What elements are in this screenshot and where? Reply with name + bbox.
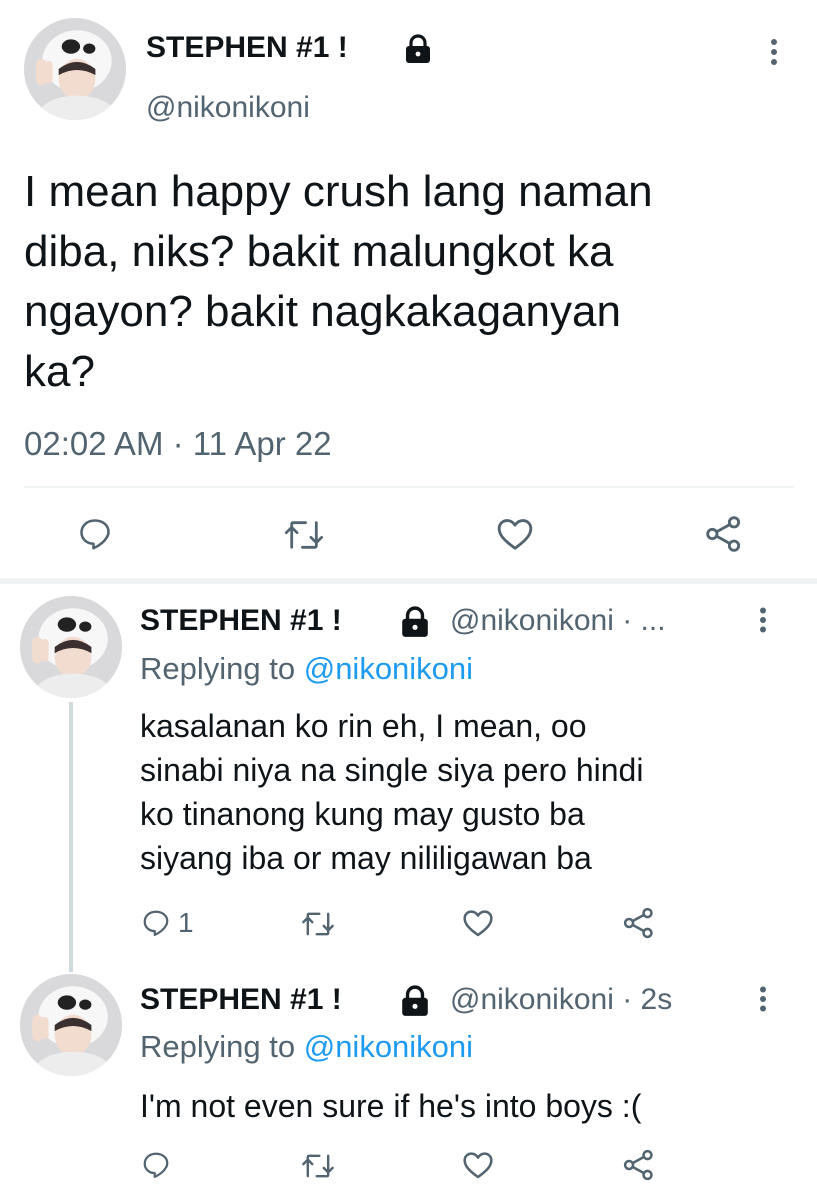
divider [24,486,794,488]
replying-to-link[interactable]: @nikonikoni [304,651,473,686]
reply-icon[interactable] [141,1150,171,1180]
handle-time[interactable]: @nikonikoni · ... [450,603,666,639]
reply-icon[interactable] [77,516,113,552]
reply-count: 1 [178,907,194,938]
retweet-icon[interactable] [301,1152,335,1180]
tweet-text-line: ko tinanong kung may gusto ba [140,796,585,832]
retweet-icon[interactable] [301,910,335,938]
tweet-text-line: I mean happy crush lang naman [24,167,653,216]
retweet-icon[interactable] [284,518,324,552]
lock-icon [398,985,432,1017]
share-icon[interactable] [704,514,744,554]
like-icon[interactable] [496,516,534,552]
like-icon[interactable] [462,1150,494,1180]
thread-line [69,702,73,972]
avatar[interactable] [20,974,122,1076]
tweet-text: kasalanan ko rin eh, I mean, oo sinabi n… [140,704,800,880]
lock-icon [404,34,432,64]
display-name[interactable]: STEPHEN #1 ! [140,982,342,1018]
handle-time[interactable]: @nikonikoni · 2s [450,982,672,1018]
display-name[interactable]: STEPHEN #1 ! [146,30,348,66]
tweet-text-line: kasalanan ko rin eh, I mean, oo [140,708,587,744]
tweet-text-line: ka? [24,347,95,396]
avatar[interactable] [24,18,126,120]
tweet-text-line: ngayon? bakit nagkakaganyan [24,287,621,336]
handle[interactable]: @nikonikoni [146,90,310,126]
section-divider [0,578,817,584]
tweet-text-line: I'm not even sure if he's into boys :( [140,1088,642,1124]
avatar[interactable] [20,596,122,698]
reply-icon[interactable] [141,908,171,938]
more-icon[interactable] [759,607,767,633]
more-icon[interactable] [770,38,778,66]
display-name[interactable]: STEPHEN #1 ! [140,603,342,639]
tweet-text-line: diba, niks? bakit malungkot ka [24,227,614,276]
tweet-text: I'm not even sure if he's into boys :( [140,1084,800,1128]
replying-to: Replying to @nikonikoni [140,651,474,686]
share-icon[interactable] [622,1148,656,1182]
tweet-text: I mean happy crush lang naman diba, niks… [24,162,804,402]
like-icon[interactable] [462,908,494,938]
tweet-text-line: siyang iba or may nililigawan ba [140,840,592,876]
share-icon[interactable] [622,906,656,940]
lock-icon [398,606,432,638]
replying-to-link[interactable]: @nikonikoni [304,1029,473,1064]
timestamp[interactable]: 02:02 AM · 11 Apr 22 [24,424,332,464]
more-icon[interactable] [759,986,767,1012]
replying-to: Replying to @nikonikoni [140,1029,474,1064]
tweet-text-line: sinabi niya na single siya pero hindi [140,752,644,788]
